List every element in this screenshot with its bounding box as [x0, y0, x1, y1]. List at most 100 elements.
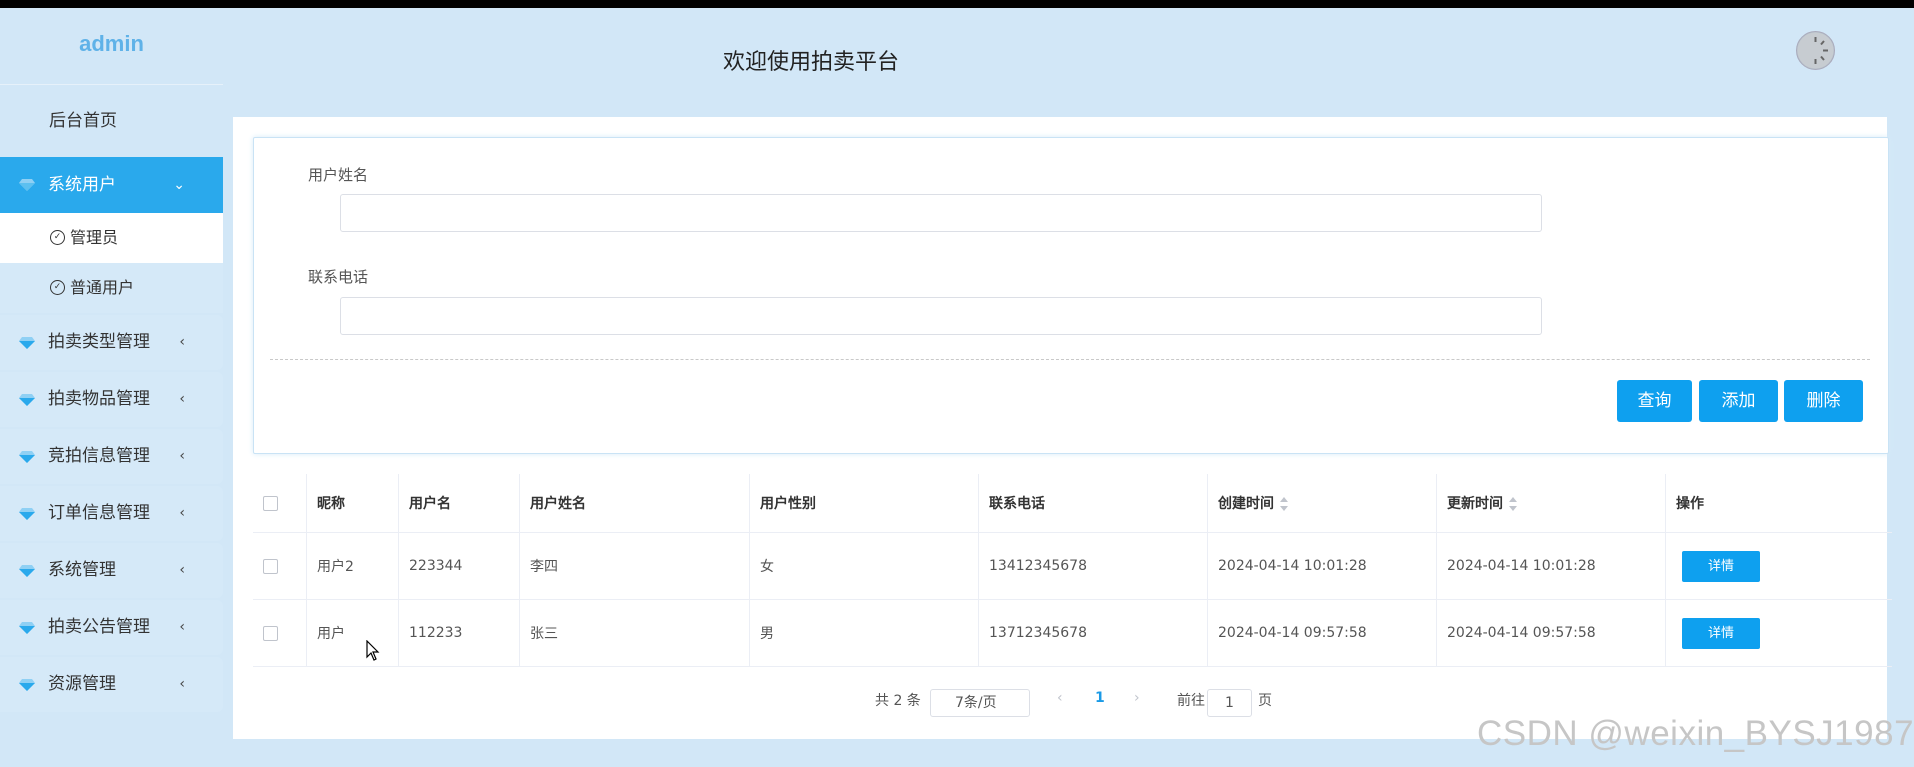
sidebar-subitem-label: 管理员 — [70, 228, 119, 247]
check-circle-icon: ✓ — [50, 230, 65, 245]
watermark: CSDN @weixin_BYSJ1987 — [1477, 714, 1914, 753]
cell-phone: 13412345678 — [978, 532, 1208, 600]
sidebar-item-order-info[interactable]: 订单信息管理 ‹ — [0, 486, 223, 541]
table-row: 用户 112233 张三 男 13712345678 2024-04-14 09… — [253, 599, 1892, 667]
page-number-current[interactable]: 1 — [1095, 690, 1105, 706]
chevron-left-icon: ‹ — [179, 391, 185, 407]
sidebar-item-label: 拍卖物品管理 — [48, 389, 150, 409]
gem-icon — [19, 336, 35, 349]
cell-realname: 李四 — [519, 532, 750, 600]
gem-icon — [19, 621, 35, 634]
cell-realname: 张三 — [519, 599, 750, 667]
column-header: 用户姓名 — [519, 474, 750, 533]
cell-nickname: 用户 — [306, 599, 399, 667]
chevron-down-icon: ⌄ — [173, 177, 185, 193]
chevron-left-icon: ‹ — [179, 676, 185, 692]
query-button[interactable]: 查询 — [1617, 380, 1692, 422]
sidebar-item-resources[interactable]: 资源管理 ‹ — [0, 657, 223, 712]
phone-input[interactable] — [340, 297, 1542, 335]
add-button[interactable]: 添加 — [1699, 380, 1778, 422]
header: 欢迎使用拍卖平台 — [223, 8, 1914, 117]
delete-button[interactable]: 删除 — [1784, 380, 1863, 422]
sidebar-item-announcements[interactable]: 拍卖公告管理 ‹ — [0, 600, 223, 655]
sidebar-item-label: 拍卖公告管理 — [48, 617, 150, 637]
column-header-label: 创建时间 — [1218, 496, 1274, 512]
row-checkbox[interactable] — [263, 625, 278, 641]
row-select-cell — [253, 599, 307, 667]
select-all-cell — [253, 474, 307, 533]
phone-label: 联系电话 — [308, 268, 369, 286]
cell-updated: 2024-04-14 10:01:28 — [1436, 532, 1666, 600]
sidebar-item-label: 拍卖类型管理 — [48, 332, 150, 352]
cell-action: 详情 — [1665, 532, 1892, 600]
avatar-spinner-icon — [1797, 32, 1834, 69]
cell-nickname: 用户2 — [306, 532, 399, 600]
check-circle-icon: ✓ — [50, 280, 65, 295]
gem-icon — [19, 507, 35, 520]
avatar[interactable] — [1796, 31, 1835, 70]
username-label: 用户姓名 — [308, 166, 369, 184]
cell-gender: 男 — [749, 599, 979, 667]
user-table: 昵称 用户名 用户姓名 用户性别 联系电话 创建时间 更新时间 操作 用户2 2… — [253, 474, 1892, 667]
page-size-select[interactable]: 7条/页 — [930, 689, 1030, 717]
cell-username: 223344 — [398, 532, 520, 600]
prev-page-icon[interactable]: ‹ — [1057, 690, 1063, 706]
gem-icon — [19, 678, 35, 691]
sidebar-subitem-normal-users[interactable]: ✓ 普通用户 — [0, 263, 223, 313]
gem-icon — [19, 450, 35, 463]
cell-phone: 13712345678 — [978, 599, 1208, 667]
cell-created: 2024-04-14 09:57:58 — [1207, 599, 1437, 667]
goto-label: 前往 — [1177, 693, 1205, 709]
sort-icon[interactable] — [1280, 497, 1288, 511]
column-header-sortable[interactable]: 创建时间 — [1207, 474, 1437, 533]
column-header-sortable[interactable]: 更新时间 — [1436, 474, 1666, 533]
sidebar-subitem-label: 普通用户 — [70, 278, 135, 297]
divider — [270, 359, 1870, 360]
sort-icon[interactable] — [1509, 497, 1517, 511]
sidebar-item-system-users[interactable]: 系统用户 ⌄ — [0, 157, 223, 213]
next-page-icon[interactable]: › — [1134, 690, 1140, 706]
mouse-cursor-icon — [366, 640, 380, 661]
cell-gender: 女 — [749, 532, 979, 600]
cell-updated: 2024-04-14 09:57:58 — [1436, 599, 1666, 667]
column-header: 用户性别 — [749, 474, 979, 533]
sidebar-item-bidding-info[interactable]: 竞拍信息管理 ‹ — [0, 429, 223, 484]
column-header: 用户名 — [398, 474, 520, 533]
chevron-left-icon: ‹ — [179, 448, 185, 464]
chevron-left-icon: ‹ — [179, 619, 185, 635]
chevron-left-icon: ‹ — [179, 334, 185, 350]
cell-username: 112233 — [398, 599, 520, 667]
row-checkbox[interactable] — [263, 558, 278, 574]
detail-button[interactable]: 详情 — [1682, 550, 1760, 582]
sidebar-item-system-management[interactable]: 系统管理 ‹ — [0, 543, 223, 598]
page-title: 欢迎使用拍卖平台 — [723, 50, 900, 75]
cell-created: 2024-04-14 10:01:28 — [1207, 532, 1437, 600]
sidebar-item-label: 系统管理 — [48, 560, 116, 580]
page-unit-label: 页 — [1258, 693, 1272, 709]
pagination-total: 共 2 条 — [875, 693, 921, 709]
username-input[interactable] — [340, 194, 1542, 232]
sidebar-item-label: 订单信息管理 — [48, 503, 150, 523]
sidebar-item-label: 资源管理 — [48, 674, 116, 694]
goto-page-input[interactable]: 1 — [1207, 689, 1252, 717]
sidebar-item-home[interactable]: 后台首页 — [0, 85, 223, 157]
gem-icon — [19, 393, 35, 406]
table-row: 用户2 223344 李四 女 13412345678 2024-04-14 1… — [253, 532, 1892, 600]
chevron-left-icon: ‹ — [179, 562, 185, 578]
cell-action: 详情 — [1665, 599, 1892, 667]
row-select-cell — [253, 532, 307, 600]
column-header: 联系电话 — [978, 474, 1208, 533]
gem-icon — [19, 179, 35, 191]
select-all-checkbox[interactable] — [263, 495, 278, 511]
column-header-label: 更新时间 — [1447, 496, 1503, 512]
sidebar-subitem-admin[interactable]: ✓ 管理员 — [0, 213, 223, 263]
sidebar-item-label: 竞拍信息管理 — [48, 446, 150, 466]
top-black-bar — [0, 0, 1914, 8]
detail-button[interactable]: 详情 — [1682, 617, 1760, 649]
app-logo: admin — [0, 8, 223, 85]
column-header: 操作 — [1665, 474, 1892, 533]
sidebar-item-auction-items[interactable]: 拍卖物品管理 ‹ — [0, 372, 223, 427]
sidebar-item-label: 系统用户 — [48, 175, 116, 195]
sidebar-item-auction-type[interactable]: 拍卖类型管理 ‹ — [0, 315, 223, 370]
chevron-left-icon: ‹ — [179, 505, 185, 521]
